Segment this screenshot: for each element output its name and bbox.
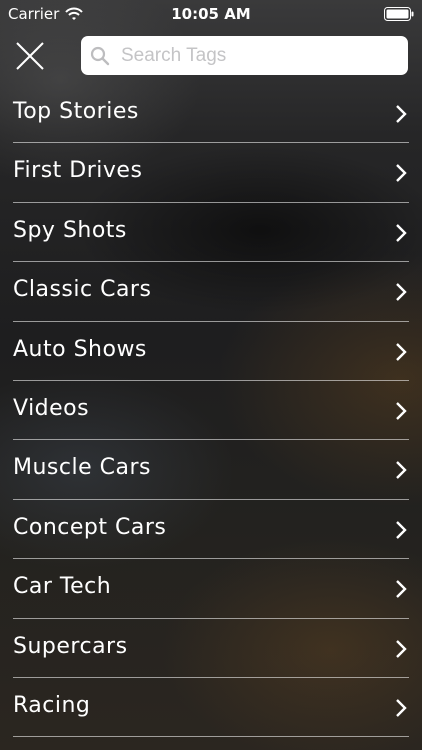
header: [0, 32, 422, 80]
list-item-muscle-cars[interactable]: Muscle Cars: [13, 440, 409, 500]
list-item-supercars[interactable]: Supercars: [13, 619, 409, 678]
search-input[interactable]: [121, 36, 401, 75]
chevron-right-icon: [395, 460, 407, 480]
chevron-right-icon: [395, 282, 407, 302]
list-item-first-drives[interactable]: First Drives: [13, 143, 409, 203]
list-item-classic-cars[interactable]: Classic Cars: [13, 262, 409, 322]
status-time: 10:05 AM: [171, 5, 251, 23]
list-item-videos[interactable]: Videos: [13, 381, 409, 441]
list-item-label: Spy Shots: [13, 217, 127, 243]
close-button[interactable]: [10, 38, 50, 78]
chevron-right-icon: [395, 342, 407, 362]
list-item-label: Auto Shows: [13, 336, 147, 362]
list-item-top-stories[interactable]: Top Stories: [13, 84, 409, 144]
chevron-right-icon: [395, 223, 407, 243]
list-item-concept-cars[interactable]: Concept Cars: [13, 500, 409, 560]
chevron-right-icon: [395, 520, 407, 540]
list-item-label: Car Tech: [13, 574, 112, 600]
list-item-label: Racing: [13, 692, 91, 718]
list-item-label: Muscle Cars: [13, 455, 151, 481]
list-item-car-tech[interactable]: Car Tech: [13, 559, 409, 619]
list-item-racing[interactable]: Racing: [13, 678, 409, 738]
chevron-right-icon: [395, 401, 407, 421]
status-bar: Carrier 10:05 AM: [0, 0, 422, 28]
list-item-label: Videos: [13, 395, 90, 421]
chevron-right-icon: [395, 163, 407, 183]
chevron-right-icon: [395, 639, 407, 659]
tag-list: Top Stories First Drives Spy Shots Class…: [0, 84, 422, 738]
list-item-auto-shows[interactable]: Auto Shows: [13, 322, 409, 381]
list-item-label: Supercars: [13, 633, 128, 659]
battery-full-icon: [384, 7, 414, 21]
chevron-right-icon: [395, 579, 407, 599]
list-item-label: Classic Cars: [13, 277, 152, 303]
list-item-label: Concept Cars: [13, 514, 167, 540]
close-icon: [15, 41, 45, 75]
chevron-right-icon: [395, 698, 407, 718]
list-item-spy-shots[interactable]: Spy Shots: [13, 203, 409, 263]
list-item-label: Top Stories: [13, 99, 139, 124]
list-item-label: First Drives: [13, 158, 143, 184]
search-icon: [90, 46, 110, 66]
chevron-right-icon: [395, 104, 407, 124]
search-box[interactable]: [81, 36, 408, 75]
